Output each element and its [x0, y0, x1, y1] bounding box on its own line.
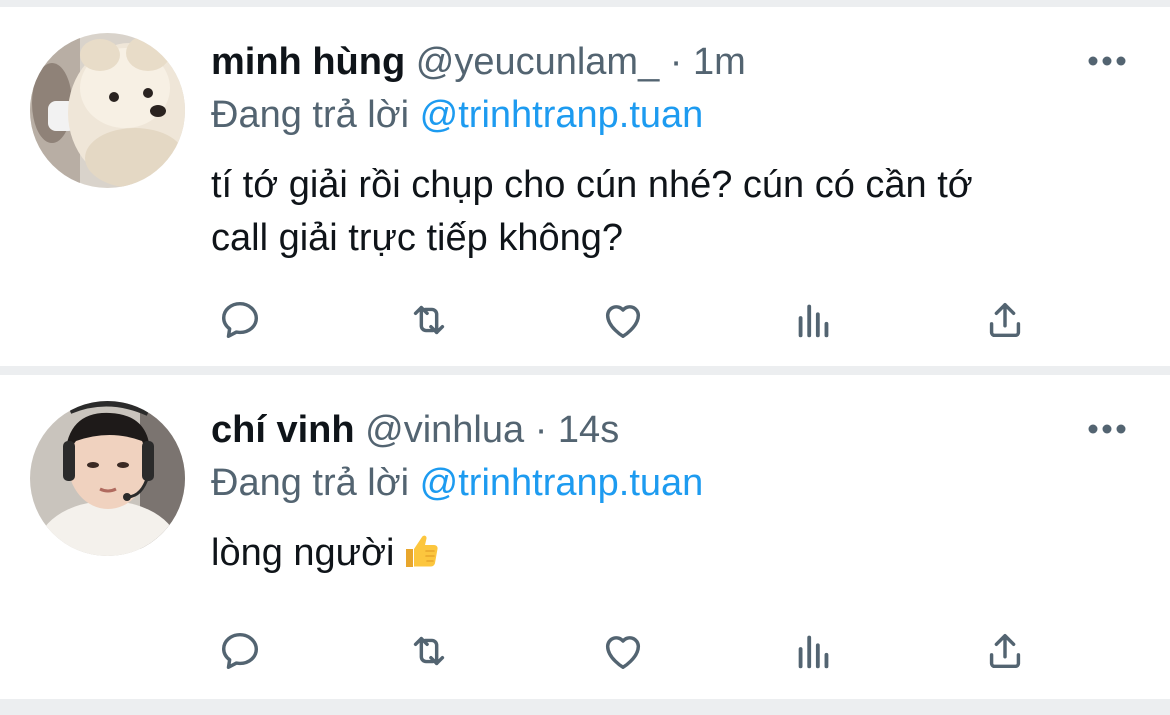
retweet-button[interactable]	[404, 628, 454, 674]
divider	[0, 366, 1170, 375]
retweet-icon	[413, 305, 445, 335]
share-icon	[989, 633, 1021, 669]
thumbs-up-icon	[400, 529, 442, 586]
tweet-text: tí tớ giải rồi chụp cho cún nhé? cún có …	[211, 159, 1131, 265]
timestamp[interactable]: 1m	[693, 41, 746, 83]
display-name[interactable]: minh hùng	[211, 41, 405, 83]
share-button[interactable]	[980, 628, 1030, 674]
tweet-header: minh hùng @yeucunlam_ · 1m	[211, 40, 746, 84]
mention-link[interactable]: @trinhtranp.tuan	[420, 94, 704, 136]
avatar[interactable]	[30, 401, 185, 556]
tweet[interactable]: minh hùng @yeucunlam_ · 1m Đang trả lời …	[0, 7, 1170, 366]
reply-button[interactable]	[215, 297, 265, 343]
retweet-button[interactable]	[404, 297, 454, 343]
retweet-icon	[413, 636, 445, 666]
share-icon	[989, 302, 1021, 338]
share-button[interactable]	[980, 297, 1030, 343]
separator-dot: ·	[669, 41, 683, 83]
action-bar	[211, 297, 1051, 343]
replying-prefix: Đang trả lời	[211, 94, 410, 136]
replying-to: Đang trả lời @trinhtranp.tuan	[211, 93, 703, 137]
more-icon[interactable]	[1086, 422, 1128, 436]
tweet-text-line: call giải trực tiếp không?	[211, 217, 623, 259]
divider-bottom	[0, 699, 1170, 715]
reply-icon	[221, 301, 259, 339]
tweet-text: lòng người	[211, 527, 1131, 586]
reply-button[interactable]	[215, 628, 265, 674]
user-handle[interactable]: @vinhlua	[365, 409, 524, 451]
action-bar	[211, 628, 1051, 674]
divider-top	[0, 0, 1170, 7]
like-button[interactable]	[598, 628, 648, 674]
tweet-text-line: tí tớ giải rồi chụp cho cún nhé? cún có …	[211, 164, 973, 206]
like-button[interactable]	[598, 297, 648, 343]
separator-dot: ·	[534, 409, 548, 451]
like-icon	[605, 636, 641, 670]
replying-to: Đang trả lời @trinhtranp.tuan	[211, 461, 703, 505]
replying-prefix: Đang trả lời	[211, 462, 410, 504]
more-icon[interactable]	[1086, 54, 1128, 68]
tweet[interactable]: chí vinh @vinhlua · 14s Đang trả lời @tr…	[0, 375, 1170, 699]
display-name[interactable]: chí vinh	[211, 409, 355, 451]
timestamp[interactable]: 14s	[558, 409, 619, 451]
tweet-text-line: lòng người	[211, 532, 395, 574]
mention-link[interactable]: @trinhtranp.tuan	[420, 462, 704, 504]
reply-icon	[221, 632, 259, 670]
views-icon	[798, 635, 829, 669]
user-handle[interactable]: @yeucunlam_	[416, 41, 659, 83]
views-button[interactable]	[789, 628, 839, 674]
like-icon	[605, 305, 641, 339]
views-button[interactable]	[789, 297, 839, 343]
views-icon	[798, 304, 829, 338]
tweet-header: chí vinh @vinhlua · 14s	[211, 408, 619, 452]
avatar[interactable]	[30, 33, 185, 188]
